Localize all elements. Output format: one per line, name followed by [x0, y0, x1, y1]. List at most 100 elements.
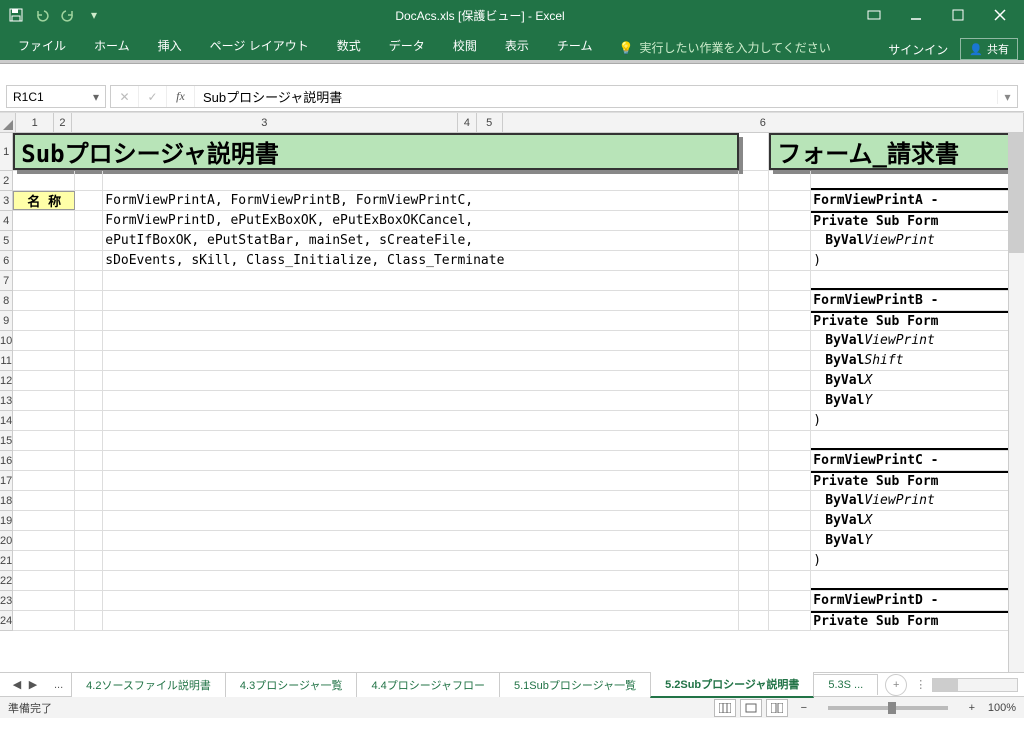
row-header[interactable]: 19	[0, 511, 13, 531]
cell[interactable]	[13, 431, 75, 450]
cell[interactable]	[739, 531, 769, 550]
cell[interactable]	[13, 611, 75, 630]
cell[interactable]	[103, 591, 739, 610]
cell[interactable]: )	[811, 411, 1024, 430]
tab-view[interactable]: 表示	[493, 31, 541, 60]
cell[interactable]: ePutIfBoxOK, ePutStatBar, mainSet, sCrea…	[103, 231, 739, 250]
cell-title-main[interactable]: Subプロシージャ説明書	[13, 133, 739, 170]
cell[interactable]	[769, 171, 811, 190]
cell[interactable]: FormViewPrintA -	[811, 191, 1024, 210]
cell[interactable]	[739, 431, 769, 450]
cell[interactable]	[103, 271, 739, 290]
zoom-in-button[interactable]: +	[964, 702, 980, 714]
cell[interactable]	[103, 331, 739, 350]
cell[interactable]	[13, 551, 75, 570]
cell[interactable]	[103, 431, 739, 450]
cell[interactable]	[75, 611, 103, 630]
cell[interactable]	[103, 451, 739, 470]
cell[interactable]	[739, 491, 769, 510]
row-header[interactable]: 17	[0, 471, 13, 491]
cell[interactable]	[769, 471, 811, 490]
tab-overflow-left[interactable]: ...	[46, 679, 71, 691]
col-header[interactable]: 4	[458, 113, 477, 132]
cell[interactable]	[103, 391, 739, 410]
cell[interactable]	[103, 171, 739, 190]
cell[interactable]	[769, 431, 811, 450]
sheet-tab[interactable]: 4.2ソースファイル説明書	[71, 672, 226, 697]
col-header[interactable]: 6	[503, 113, 1024, 132]
cell[interactable]	[103, 511, 739, 530]
tab-nav-first-icon[interactable]: ◀	[10, 678, 24, 691]
row-header[interactable]: 3	[0, 191, 13, 211]
cell[interactable]	[75, 351, 103, 370]
cell[interactable]	[103, 411, 739, 430]
row-header[interactable]: 6	[0, 251, 13, 271]
cell[interactable]	[75, 331, 103, 350]
row-header[interactable]: 16	[0, 451, 13, 471]
expand-formula-bar-button[interactable]: ▾	[997, 90, 1017, 104]
cell[interactable]	[769, 411, 811, 430]
cell[interactable]	[769, 191, 811, 210]
chevron-down-icon[interactable]: ▾	[93, 90, 99, 104]
row-header[interactable]: 22	[0, 571, 13, 591]
close-button[interactable]	[980, 0, 1020, 30]
cell-title-side[interactable]: フォーム_請求書	[769, 133, 1024, 170]
cancel-formula-button[interactable]: ✕	[111, 86, 139, 107]
cell[interactable]	[769, 291, 811, 310]
cell[interactable]	[739, 391, 769, 410]
cell[interactable]	[13, 371, 75, 390]
cell[interactable]	[739, 331, 769, 350]
cell[interactable]	[75, 511, 103, 530]
row-header[interactable]: 12	[0, 371, 13, 391]
tab-insert[interactable]: 挿入	[146, 31, 194, 60]
cell[interactable]	[739, 571, 769, 590]
cell[interactable]	[769, 511, 811, 530]
cell[interactable]	[13, 271, 75, 290]
view-page-layout-button[interactable]	[740, 699, 762, 717]
row-header[interactable]: 2	[0, 171, 13, 191]
cell[interactable]: Private Sub Form	[811, 611, 1024, 630]
cell[interactable]	[739, 411, 769, 430]
add-sheet-button[interactable]: +	[885, 674, 907, 696]
row-header[interactable]: 4	[0, 211, 13, 231]
row-header[interactable]: 18	[0, 491, 13, 511]
cell[interactable]	[739, 271, 769, 290]
cell[interactable]	[13, 571, 75, 590]
cell[interactable]	[739, 591, 769, 610]
cell[interactable]	[811, 171, 1024, 190]
row-header[interactable]: 15	[0, 431, 13, 451]
col-header[interactable]: 3	[72, 113, 459, 132]
tab-resize-handle-icon[interactable]: ⋮	[915, 678, 926, 691]
cell[interactable]	[739, 133, 769, 170]
cell[interactable]	[769, 331, 811, 350]
cell[interactable]: Private Sub Form	[811, 471, 1024, 490]
tab-home[interactable]: ホーム	[82, 31, 142, 60]
cell[interactable]	[103, 471, 739, 490]
redo-button[interactable]	[56, 3, 80, 27]
name-box[interactable]: R1C1 ▾	[6, 85, 106, 108]
cell[interactable]: FormViewPrintC -	[811, 451, 1024, 470]
sheet-tab[interactable]: 4.3プロシージャ一覧	[225, 672, 358, 697]
sheet-tab[interactable]: 5.3S ...	[813, 674, 878, 695]
cell[interactable]	[75, 271, 103, 290]
cell[interactable]	[75, 551, 103, 570]
cell[interactable]	[13, 451, 75, 470]
cell[interactable]: ByVal X	[811, 511, 1024, 530]
cell[interactable]	[769, 271, 811, 290]
cell[interactable]	[75, 431, 103, 450]
zoom-slider[interactable]	[828, 706, 948, 710]
undo-button[interactable]	[30, 3, 54, 27]
cell[interactable]	[811, 431, 1024, 450]
cell[interactable]	[739, 231, 769, 250]
cell[interactable]	[739, 191, 769, 210]
cell[interactable]	[769, 571, 811, 590]
row-header[interactable]: 9	[0, 311, 13, 331]
tab-review[interactable]: 校閲	[441, 31, 489, 60]
cell[interactable]	[13, 491, 75, 510]
tell-me-search[interactable]: 💡 実行したい作業を入力してください	[608, 35, 840, 60]
tab-nav-prev-icon[interactable]: ▶	[26, 678, 40, 691]
cell[interactable]	[75, 211, 103, 230]
cell[interactable]	[75, 191, 103, 210]
row-header[interactable]: 7	[0, 271, 13, 291]
save-button[interactable]	[4, 3, 28, 27]
